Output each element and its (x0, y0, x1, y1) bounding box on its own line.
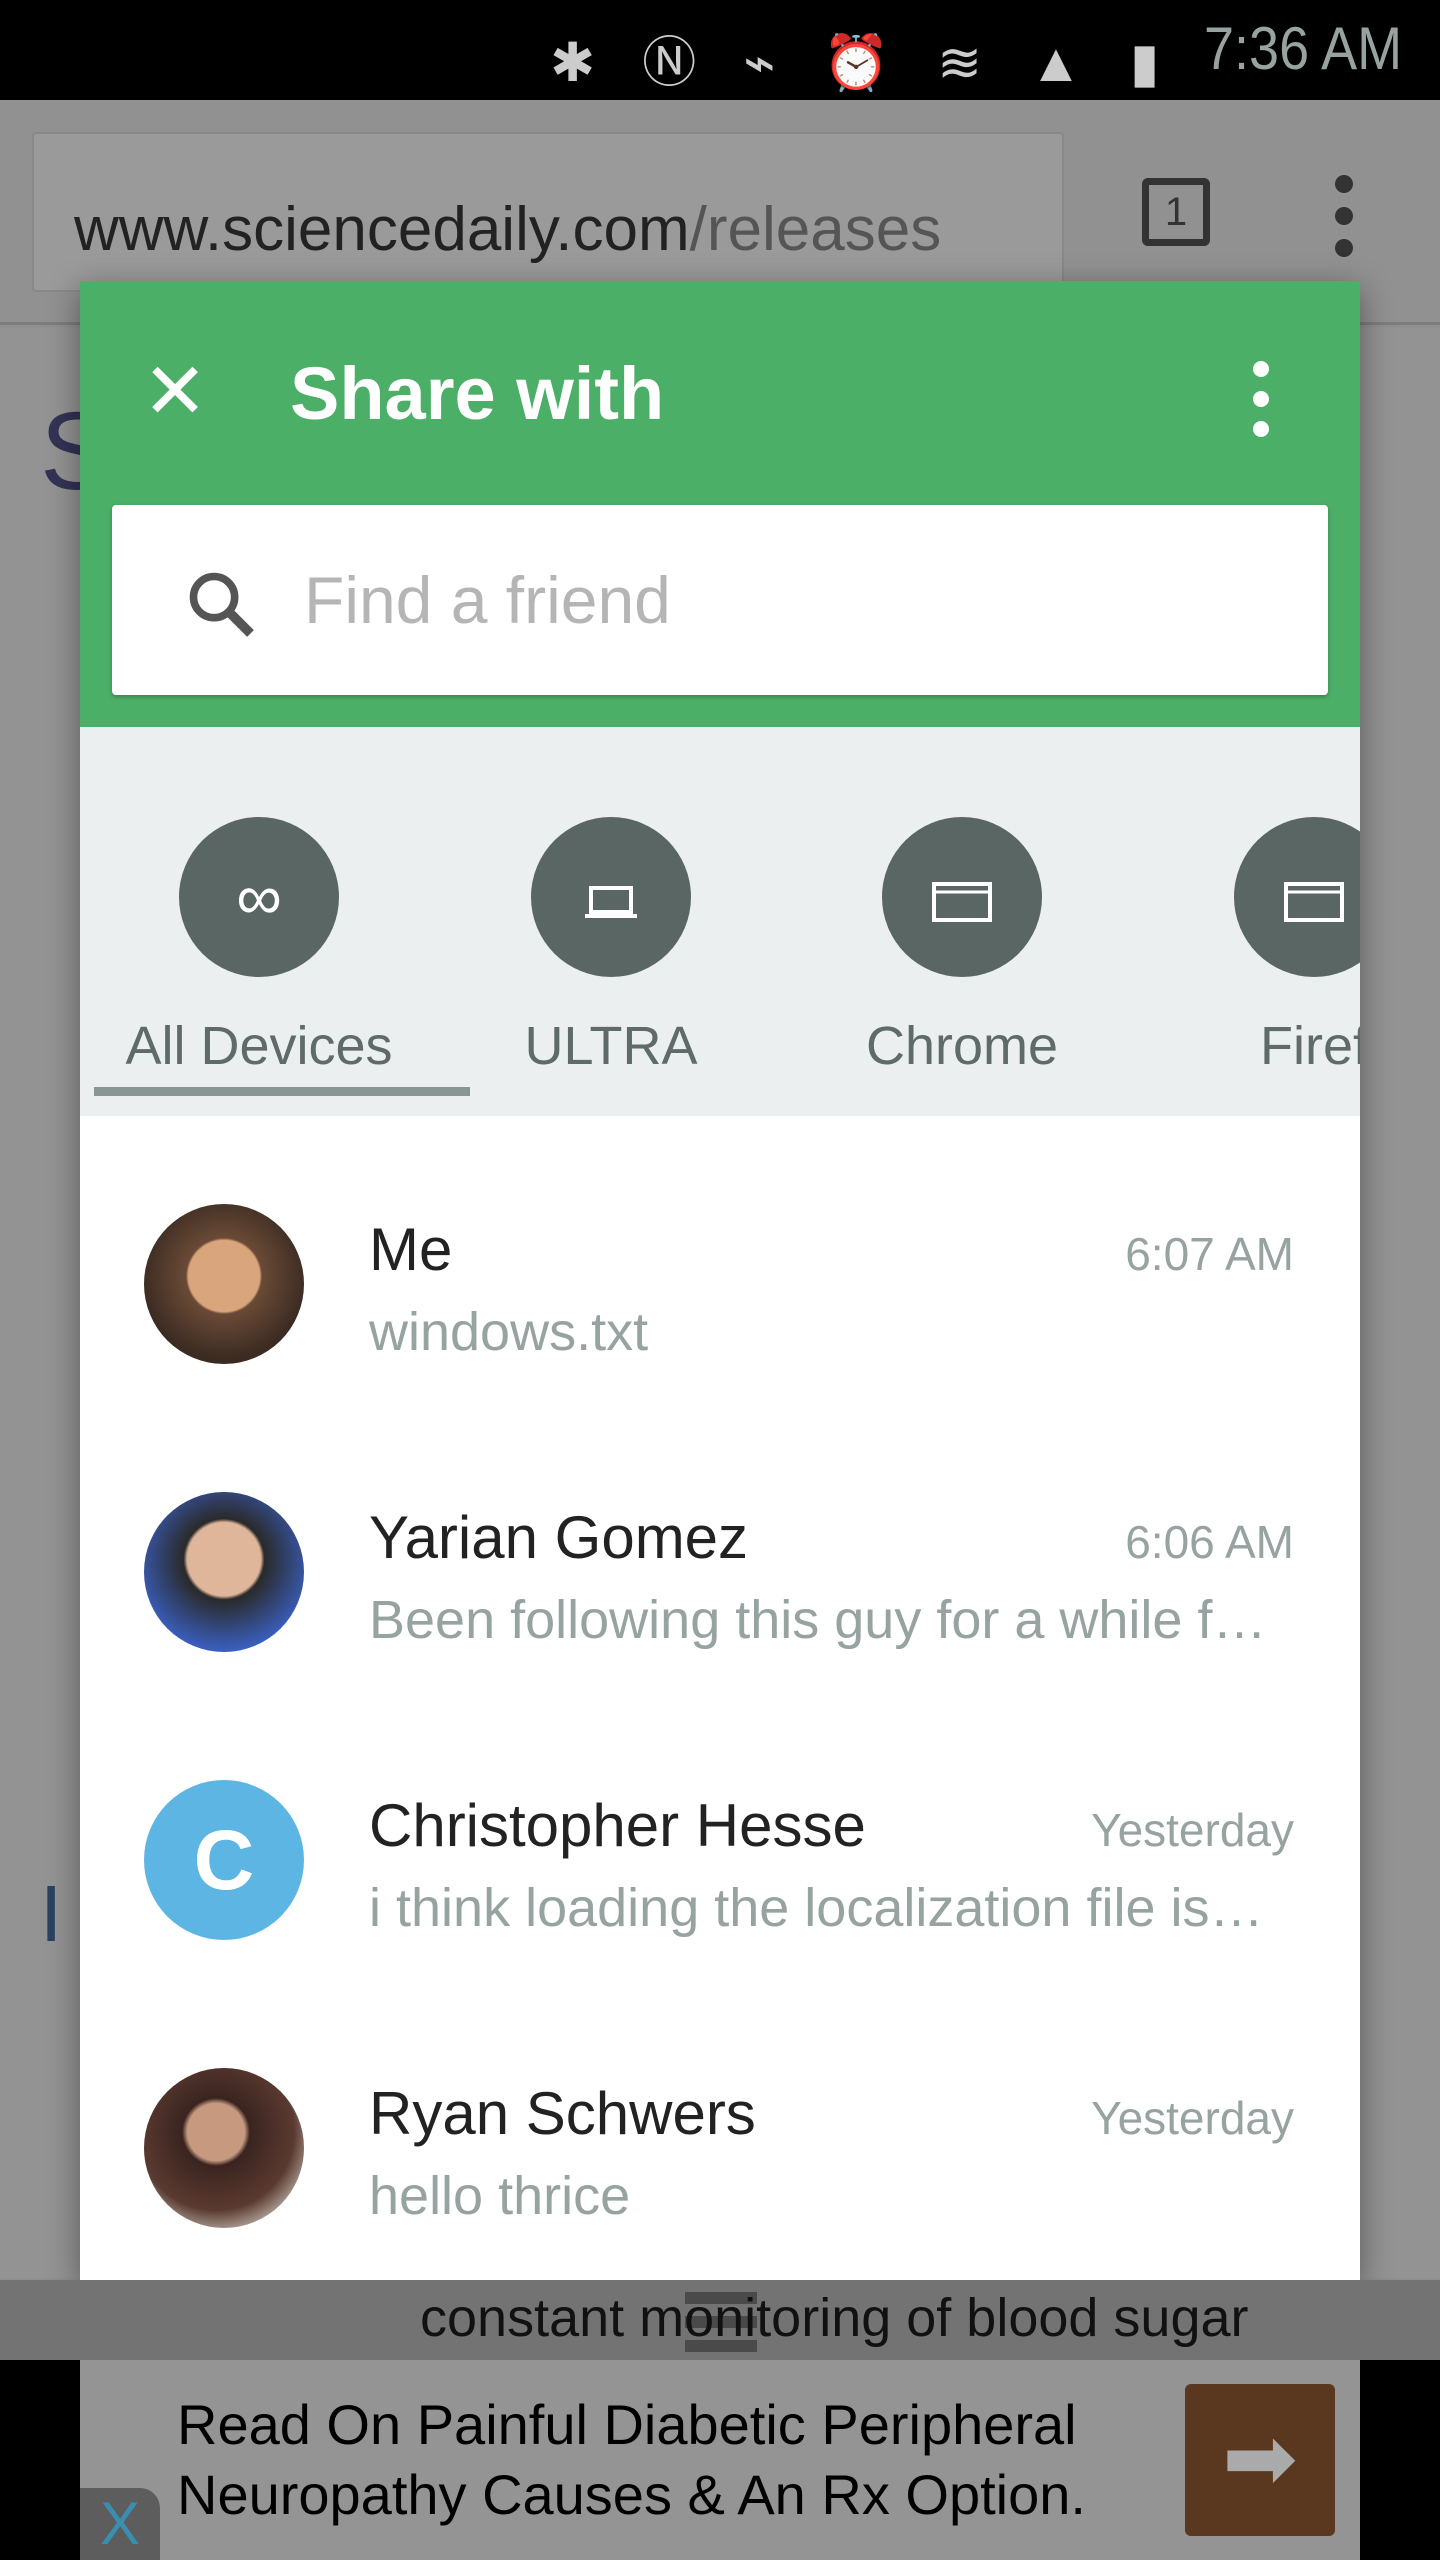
find-friend-input[interactable] (304, 545, 1204, 655)
message-preview: i think loading the localization file is… (369, 1878, 1264, 1938)
device-label: Chrome (865, 1016, 1059, 1076)
background-text: constant monitoring of blood sugar (420, 2288, 1249, 2348)
contact-name: Yarian Gomez (369, 1504, 749, 1571)
message-preview: Been following this guy for a while f… (369, 1590, 1267, 1650)
list-item[interactable]: Me 6:07 AM windows.txt (80, 1115, 1360, 1403)
ad-content: Read On Painful Diabetic Peripheral Neur… (80, 2360, 1360, 2560)
list-item[interactable]: Yarian Gomez 6:06 AM Been following this… (80, 1403, 1360, 1691)
contact-name: Me (369, 1216, 453, 1283)
browser-window-icon (882, 817, 1042, 977)
close-icon[interactable]: ✕ (140, 352, 210, 430)
status-bar: ✱ Ⓝ ⌁ ⏰ ≋ ▲ ▮ 7:36 AM (0, 0, 1440, 100)
share-header: ✕ Share with (80, 281, 1360, 727)
device-tabs: ∞ All Devices ULTRA Chrome Firef (80, 727, 1360, 1116)
laptop-icon (531, 817, 691, 977)
list-item[interactable]: C Christopher Hesse Yesterday i think lo… (80, 1691, 1360, 1979)
url-host: www.sciencedaily.com (74, 195, 690, 264)
avatar (144, 1492, 304, 1652)
more-options-icon[interactable] (1253, 361, 1269, 451)
status-icons: ✱ Ⓝ ⌁ ⏰ ≋ ▲ ▮ (550, 33, 1176, 93)
timestamp: 6:06 AM (1125, 1516, 1294, 1568)
arrow-right-icon[interactable]: ➡ (1185, 2384, 1335, 2536)
timestamp: 6:07 AM (1125, 1228, 1294, 1280)
browser-window-icon (1234, 817, 1360, 977)
timestamp: Yesterday (1091, 2092, 1294, 2144)
device-label: Firef (1260, 1016, 1360, 1076)
search-box[interactable] (112, 505, 1328, 695)
list-item[interactable]: Ryan Schwers Yesterday hello thrice (80, 1979, 1360, 2267)
message-preview: windows.txt (369, 1302, 649, 1362)
device-label: ULTRA (524, 1016, 698, 1076)
contact-name: Ryan Schwers (369, 2080, 756, 2147)
ad-banner[interactable]: Read On Painful Diabetic Peripheral Neur… (0, 2360, 1440, 2560)
url-path: /releases (689, 195, 942, 264)
avatar: C (144, 1780, 304, 1940)
browser-menu-icon[interactable] (1335, 175, 1355, 271)
avatar (144, 2068, 304, 2228)
message-preview: hello thrice (369, 2166, 631, 2226)
share-dialog: ✕ Share with ∞ All Devices ULTRA Chrome … (80, 281, 1360, 2280)
ad-close-button[interactable]: X (80, 2488, 160, 2560)
search-icon (189, 572, 254, 637)
contact-name: Christopher Hesse (369, 1792, 866, 1859)
bg-heading: I (40, 1869, 63, 1958)
dialog-title: Share with (290, 352, 665, 435)
url-bar[interactable]: www.sciencedaily.com/releases (32, 132, 1064, 292)
tab-switcher-button[interactable]: 1 (1142, 178, 1210, 246)
device-label: All Devices (125, 1016, 393, 1076)
selected-tab-indicator (94, 1087, 470, 1096)
ad-text[interactable]: Read On Painful Diabetic Peripheral Neur… (177, 2390, 1177, 2530)
status-time: 7:36 AM (1203, 15, 1402, 82)
timestamp: Yesterday (1091, 1804, 1294, 1856)
infinity-icon: ∞ (179, 817, 339, 977)
avatar (144, 1204, 304, 1364)
